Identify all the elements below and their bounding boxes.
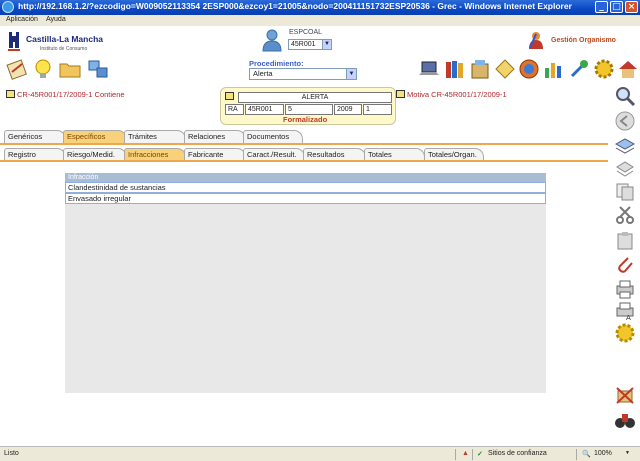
tab-documentos[interactable]: Documentos bbox=[243, 130, 303, 143]
infracciones-panel: Infracción Clandestinidad de sustancias … bbox=[65, 173, 546, 393]
menu-ayuda[interactable]: Ayuda bbox=[46, 16, 66, 23]
stack-icon[interactable] bbox=[614, 136, 636, 156]
status-divider bbox=[576, 449, 577, 460]
sub-tabs-underline bbox=[0, 160, 608, 162]
title-bar: http://192.168.1.2/?ezcodigo=W0090521133… bbox=[0, 0, 640, 15]
procedimiento-select[interactable]: Alerta ▼ bbox=[249, 68, 357, 80]
tab-relaciones[interactable]: Relaciones bbox=[184, 130, 246, 143]
procedimiento-select-value: Alerta bbox=[253, 69, 273, 78]
status-text: Listo bbox=[4, 450, 19, 457]
main-tabs-underline bbox=[0, 143, 608, 145]
folder-icon[interactable] bbox=[59, 58, 81, 80]
user-label: ESPCOAL bbox=[289, 29, 323, 36]
procedimiento-label: Procedimiento: bbox=[249, 59, 304, 68]
gestion-organismo-icon[interactable] bbox=[526, 30, 546, 50]
alert-title: ALERTA bbox=[238, 92, 392, 103]
cut-icon[interactable] bbox=[614, 205, 636, 225]
binoculars-icon[interactable] bbox=[614, 410, 636, 430]
chart-icon[interactable] bbox=[542, 58, 564, 80]
new-document-icon[interactable] bbox=[6, 58, 28, 80]
document-icon bbox=[396, 90, 405, 98]
sun-gear-icon[interactable] bbox=[614, 323, 636, 343]
castle-logo-icon bbox=[8, 32, 20, 51]
grid-header-infraccion: Infracción bbox=[65, 173, 546, 182]
document-icon bbox=[225, 92, 234, 100]
chevron-down-icon[interactable]: ▼ bbox=[625, 450, 630, 456]
attach-icon[interactable] bbox=[614, 254, 636, 274]
menu-aplicacion[interactable]: Aplicación bbox=[6, 16, 38, 23]
books-icon[interactable] bbox=[443, 58, 465, 80]
table-row[interactable]: Envasado irregular bbox=[65, 193, 546, 204]
window-title: http://192.168.1.2/?ezcodigo=W0090521133… bbox=[18, 1, 572, 11]
back-arrow-icon[interactable] bbox=[614, 111, 636, 131]
tab-especificos[interactable]: Específicos bbox=[63, 130, 127, 143]
logo-subtitle: Instituto de Consumo bbox=[40, 46, 88, 52]
network-icon[interactable] bbox=[87, 58, 109, 80]
organism-select[interactable]: 45R001 ▼ bbox=[288, 39, 332, 50]
security-zone: Sitios de confianza bbox=[488, 450, 547, 457]
maximize-button[interactable]: □ bbox=[610, 1, 623, 13]
table-row[interactable]: Clandestinidad de sustancias bbox=[65, 182, 546, 193]
main-tabs: Genéricos Específicos Trámites Relacione… bbox=[0, 130, 610, 143]
minimize-button[interactable]: _ bbox=[595, 1, 608, 13]
record-status: Formalizado bbox=[283, 115, 328, 124]
status-divider bbox=[455, 449, 456, 460]
alert-record-box: ALERTA RA 45R001 5 2009 1 Formalizado bbox=[220, 87, 396, 125]
lightbulb-icon[interactable] bbox=[32, 58, 54, 80]
checkmark-icon: ✓ bbox=[477, 451, 483, 458]
organism-select-value: 45R001 bbox=[291, 41, 316, 48]
svg-text:A: A bbox=[626, 314, 631, 321]
status-divider bbox=[472, 449, 473, 460]
globe-icon[interactable] bbox=[518, 58, 540, 80]
record-org-field: 45R001 bbox=[245, 104, 284, 115]
layers-icon[interactable] bbox=[614, 158, 636, 178]
logo-name: Castilla-La Mancha bbox=[26, 34, 103, 44]
tools-icon[interactable] bbox=[568, 58, 590, 80]
tab-genericos[interactable]: Genéricos bbox=[4, 130, 66, 143]
warning-icon: ▲ bbox=[462, 450, 469, 457]
paste-icon[interactable] bbox=[614, 230, 636, 250]
chevron-down-icon[interactable]: ▼ bbox=[322, 40, 331, 49]
record-version-field: 1 bbox=[363, 104, 392, 115]
archive-icon[interactable] bbox=[469, 58, 491, 80]
motiva-link-text: Motiva CR-45R001/17/2009-1 bbox=[407, 90, 507, 99]
menu-bar: Aplicación Ayuda bbox=[0, 15, 640, 26]
user-icon bbox=[262, 29, 282, 52]
gear-icon[interactable] bbox=[593, 58, 615, 80]
document-icon bbox=[6, 90, 15, 98]
record-type-field: RA bbox=[225, 104, 244, 115]
copy-icon[interactable] bbox=[614, 181, 636, 201]
tab-tramites[interactable]: Trámites bbox=[124, 130, 186, 143]
record-year-field: 2009 bbox=[334, 104, 362, 115]
contiene-link[interactable]: CR-45R001/17/2009-1 Contiene bbox=[6, 90, 125, 99]
zoom-icon: 🔍 bbox=[582, 451, 591, 458]
status-bar: Listo ▲ ✓ Sitios de confianza 🔍 100% ▼ bbox=[0, 446, 640, 461]
home-icon[interactable] bbox=[617, 58, 639, 80]
motiva-link[interactable]: Motiva CR-45R001/17/2009-1 bbox=[396, 90, 507, 99]
tag-icon[interactable] bbox=[494, 58, 516, 80]
delete-icon[interactable] bbox=[614, 385, 636, 405]
ie-icon bbox=[2, 1, 14, 13]
record-number-field: 5 bbox=[285, 104, 333, 115]
print-preview-icon[interactable]: A bbox=[614, 301, 636, 321]
laptop-icon[interactable] bbox=[418, 58, 440, 80]
gestion-organismo-link[interactable]: Gestión Organismo bbox=[551, 37, 616, 44]
search-icon[interactable] bbox=[614, 86, 636, 106]
close-button[interactable]: × bbox=[625, 1, 638, 13]
chevron-down-icon[interactable]: ▼ bbox=[346, 69, 356, 79]
contiene-link-text: CR-45R001/17/2009-1 Contiene bbox=[17, 90, 125, 99]
zoom-level[interactable]: 100% bbox=[594, 450, 612, 457]
print-icon[interactable] bbox=[614, 279, 636, 299]
